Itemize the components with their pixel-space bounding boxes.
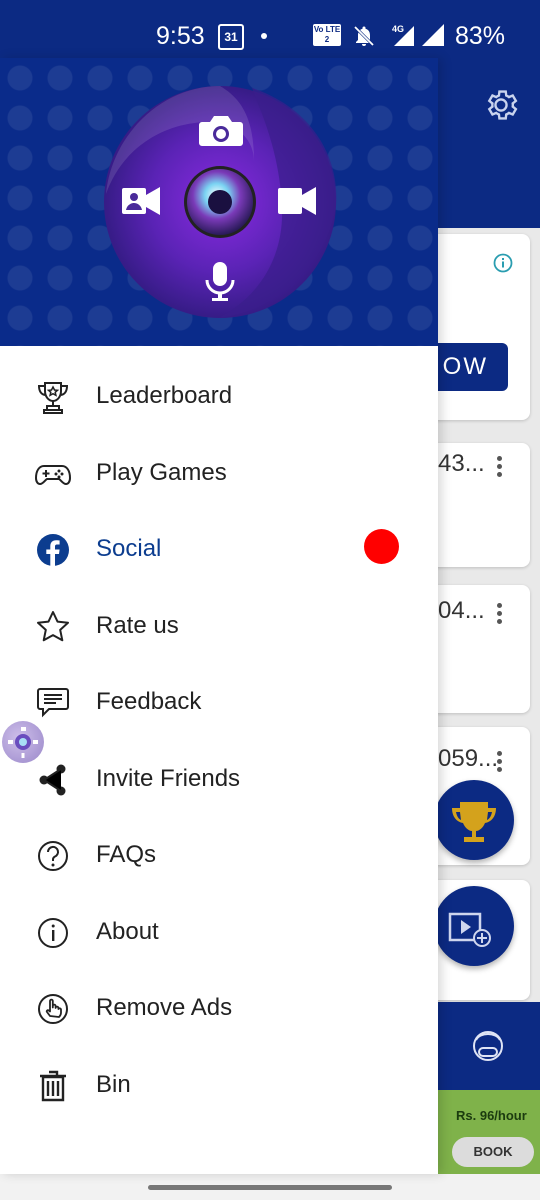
card-title: 43... — [438, 450, 485, 477]
card-title: 04... — [438, 597, 485, 624]
status-bar: 9:53 31 Vo LTE 2 4G 83% — [0, 0, 540, 58]
menu-item-label: Leaderboard — [96, 382, 233, 409]
menu-item-label: Feedback — [96, 688, 202, 715]
hand-pointer-icon — [38, 994, 68, 1024]
menu-item-leaderboard[interactable]: Leaderboard — [0, 360, 438, 432]
app-logo-icon — [104, 86, 337, 318]
promo-card — [430, 234, 530, 420]
signal-icon: 4G — [392, 24, 444, 46]
navigation-drawer: Leaderboard Play Games Social Rate us Fe… — [0, 58, 438, 1174]
menu-item-label: Remove Ads — [96, 994, 233, 1021]
notification-badge — [364, 529, 399, 564]
menu-item-rate-us[interactable]: Rate us — [0, 590, 438, 662]
info-icon[interactable] — [493, 253, 513, 273]
trash-icon — [40, 1070, 66, 1102]
more-options-icon[interactable] — [494, 748, 504, 775]
menu-item-label: Bin — [96, 1071, 131, 1098]
menu-item-label: About — [96, 918, 159, 945]
battery-level: 83% — [455, 22, 506, 50]
menu-item-label: Social — [96, 535, 162, 562]
gamepad-icon — [34, 465, 72, 486]
card-title: 059... — [438, 745, 499, 772]
trophy-icon — [37, 382, 69, 414]
menu-item-invite-friends[interactable]: Invite Friends — [0, 743, 438, 815]
menu-item-label: Rate us — [96, 612, 179, 639]
drawer-header — [0, 58, 438, 346]
calendar-icon: 31 — [218, 24, 244, 50]
clock: 9:53 — [156, 22, 205, 50]
more-options-icon[interactable] — [494, 600, 504, 627]
menu-item-social[interactable]: Social — [0, 513, 438, 585]
menu-item-feedback[interactable]: Feedback — [0, 666, 438, 738]
menu-item-play-games[interactable]: Play Games — [0, 437, 438, 509]
facebook-icon — [37, 534, 69, 566]
menu-item-label: Play Games — [96, 459, 227, 486]
notification-dot-icon — [261, 33, 267, 39]
volte-icon: Vo LTE 2 — [313, 24, 341, 46]
menu-item-faqs[interactable]: FAQs — [0, 819, 438, 891]
banner-price: Rs. 96/hour — [456, 1108, 527, 1123]
help-icon — [38, 841, 68, 871]
leaderboard-fab[interactable] — [434, 780, 514, 860]
more-options-icon[interactable] — [494, 453, 504, 480]
trophy-icon — [452, 802, 496, 842]
feedback-icon — [37, 688, 69, 718]
home-gesture-bar[interactable] — [148, 1185, 392, 1190]
info-icon — [38, 918, 68, 948]
star-icon — [37, 611, 69, 642]
floating-recorder-bubble[interactable] — [2, 721, 44, 763]
menu-item-label: FAQs — [96, 841, 157, 868]
book-button[interactable]: BOOK — [452, 1137, 534, 1167]
gear-icon[interactable] — [482, 86, 520, 124]
recorder-bubble-icon — [8, 727, 38, 758]
menu-item-remove-ads[interactable]: Remove Ads — [0, 972, 438, 1044]
gamer-avatar-icon[interactable] — [468, 1026, 508, 1070]
bottom-nav — [430, 1002, 540, 1090]
notifications-muted-icon — [353, 25, 375, 47]
menu-item-label: Invite Friends — [96, 765, 241, 792]
video-library-fab[interactable] — [434, 886, 514, 966]
video-add-icon — [448, 912, 491, 947]
menu-item-about[interactable]: About — [0, 896, 438, 968]
network-type: 4G — [392, 24, 404, 34]
now-button[interactable]: OW — [430, 343, 508, 391]
share-icon — [39, 764, 66, 796]
menu-item-bin[interactable]: Bin — [0, 1049, 438, 1121]
